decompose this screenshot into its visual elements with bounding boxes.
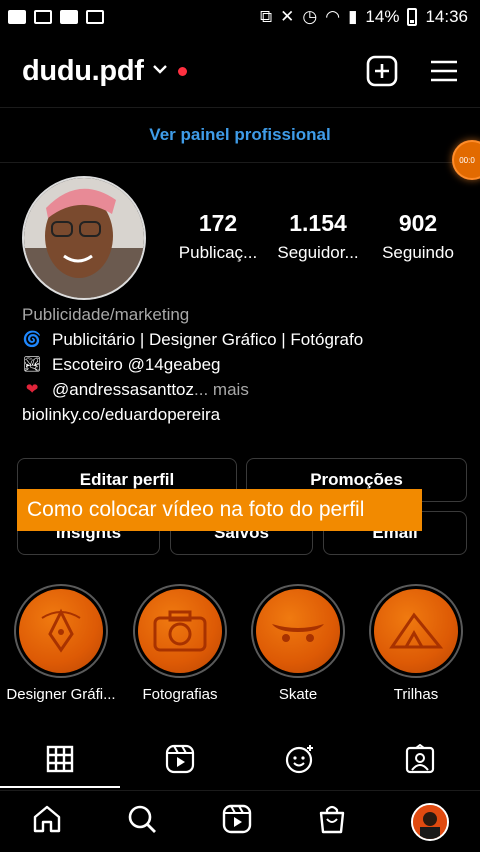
gallery-icon: [34, 10, 52, 24]
mute-icon: ✕: [280, 7, 295, 26]
clock: 14:36: [425, 7, 468, 26]
swirl-icon: 🌀: [22, 331, 42, 348]
stat-following[interactable]: 902 Seguindo: [368, 210, 468, 263]
pen-tool-icon: [19, 589, 103, 673]
bio-ellipsis: ...: [194, 380, 209, 399]
stat-posts-label: Publicaç...: [178, 243, 258, 262]
profile-nav-avatar[interactable]: [410, 802, 449, 841]
reels-nav-icon[interactable]: [221, 803, 253, 840]
bio-line-3: ❤ @andressasanttoz... mais: [22, 377, 462, 402]
bio-link[interactable]: biolinky.co/eduardopereira: [22, 402, 462, 427]
skateboard-icon: [256, 589, 340, 673]
stat-posts-count: 172: [198, 210, 238, 236]
status-left: [8, 10, 104, 24]
signal-icon: ▮: [348, 7, 358, 26]
profile-stats: 172 Publicaç... 1.154 Seguidor... 902 Se…: [168, 210, 468, 263]
menu-icon[interactable]: [430, 59, 458, 83]
alarm-icon: ◷: [302, 7, 318, 26]
header-actions: [366, 55, 458, 87]
floating-recorder-bubble[interactable]: 00:0: [452, 140, 480, 180]
tab-reels[interactable]: [120, 730, 240, 788]
avatar-thumb-icon: [412, 804, 447, 839]
shop-icon[interactable]: [316, 803, 348, 840]
highlight-ring: [369, 584, 463, 678]
tab-effects[interactable]: [240, 730, 360, 788]
highlight-label: Trilhas: [393, 686, 439, 703]
highlight-designer[interactable]: Designer Gráfi...: [6, 584, 116, 703]
stat-followers[interactable]: 1.154 Seguidor...: [268, 210, 368, 263]
highlight-label: Designer Gráfi...: [6, 686, 116, 703]
video-icon: [60, 10, 78, 24]
tab-grid[interactable]: [0, 730, 120, 788]
notification-icon: [8, 10, 26, 24]
content-tabs: [0, 730, 480, 788]
username[interactable]: dudu.pdf: [22, 55, 144, 88]
profile-bio: Publicidade/marketing 🌀 Publicitário | D…: [22, 302, 462, 427]
camera-icon: [138, 589, 222, 673]
highlight-trails[interactable]: Trilhas: [361, 584, 471, 703]
stat-followers-count: 1.154: [289, 210, 347, 236]
stat-posts[interactable]: 172 Publicaç...: [168, 210, 268, 263]
tent-icon: [374, 589, 458, 673]
professional-dashboard-link[interactable]: Ver painel profissional: [149, 125, 330, 145]
tab-tagged[interactable]: [360, 730, 480, 788]
home-icon[interactable]: [31, 803, 63, 840]
reels-icon: [165, 744, 195, 774]
chevron-down-icon[interactable]: [152, 62, 168, 80]
bio-line-1-text: Publicitário | Designer Gráfico | Fotógr…: [52, 330, 364, 349]
battery-percent: 14%: [365, 7, 400, 26]
status-right: ⧉ ✕ ◷ ◠ ▮ 14% 14:36: [260, 7, 468, 27]
face-effect-icon: [285, 745, 313, 774]
landscape-icon: 🏞: [22, 356, 42, 373]
wifi-icon: ◠: [325, 7, 341, 26]
screen-icon: [86, 10, 104, 24]
tagged-icon: [405, 744, 435, 774]
bio-line-3-text: @andressasanttoz... mais: [52, 377, 249, 402]
heart-icon: ❤: [25, 381, 39, 398]
bio-line-2: 🏞 Escoteiro @14geabeg: [22, 352, 462, 377]
profile-avatar[interactable]: [22, 176, 146, 300]
stat-followers-label: Seguidor...: [277, 243, 359, 262]
avatar-photo-icon: [24, 178, 144, 298]
status-bar: ⧉ ✕ ◷ ◠ ▮ 14% 14:36: [0, 0, 480, 34]
grid-icon: [46, 745, 74, 773]
bio-mention[interactable]: @andressasanttoz: [52, 380, 194, 399]
highlight-ring: [14, 584, 108, 678]
stat-following-label: Seguindo: [382, 243, 454, 262]
video-title-overlay: Como colocar vídeo na foto do perfil: [17, 489, 422, 531]
bio-line-2-text: Escoteiro @14geabeg: [52, 355, 221, 374]
notification-dot: [177, 66, 187, 76]
stat-following-count: 902: [398, 210, 438, 236]
battery-icon: [407, 8, 418, 26]
bio-line-1: 🌀 Publicitário | Designer Gráfico | Fotó…: [22, 327, 462, 352]
highlight-photography[interactable]: Fotografias: [125, 584, 235, 703]
highlight-label: Fotografias: [142, 686, 218, 703]
professional-dashboard-bar: Ver painel profissional: [0, 107, 480, 163]
cast-icon: ⧉: [259, 7, 273, 26]
highlight-skate[interactable]: Skate: [243, 584, 353, 703]
create-post-icon[interactable]: [366, 55, 398, 87]
bio-more-link[interactable]: mais: [213, 380, 249, 399]
search-icon[interactable]: [126, 803, 158, 840]
highlight-ring: [133, 584, 227, 678]
profile-category: Publicidade/marketing: [22, 305, 190, 324]
profile-header: dudu.pdf: [0, 46, 480, 96]
highlight-ring: [251, 584, 345, 678]
highlight-label: Skate: [278, 686, 318, 703]
bottom-navigation: [0, 790, 480, 852]
